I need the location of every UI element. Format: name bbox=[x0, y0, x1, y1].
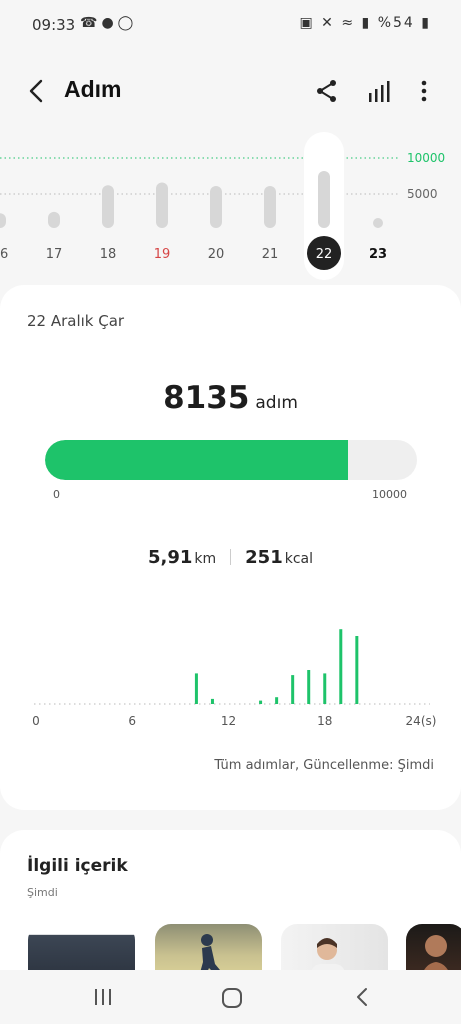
shazam-icon: ◯ bbox=[117, 15, 138, 31]
hour-tick-label: 12 bbox=[221, 714, 236, 728]
metrics-row: 5,91 km 251 kcal bbox=[0, 547, 461, 568]
battery-icon: ▮ bbox=[421, 15, 431, 31]
share-icon[interactable] bbox=[314, 78, 340, 104]
distance-value: 5,91 bbox=[147, 547, 193, 568]
steps-total: 8135 adım bbox=[0, 380, 461, 416]
day-label-20[interactable]: 20 bbox=[208, 247, 225, 262]
weekly-steps-chart[interactable]: 10000 5000 16 17 18 19 20 21 22 23 bbox=[0, 130, 461, 280]
related-subtitle: Şimdi bbox=[27, 886, 58, 899]
day-label-18[interactable]: 18 bbox=[100, 247, 117, 262]
day-label-21[interactable]: 21 bbox=[262, 247, 279, 262]
home-icon[interactable] bbox=[220, 986, 244, 1010]
status-notification-icons: ☎●◯ bbox=[80, 15, 137, 31]
related-title: İlgili içerik bbox=[27, 856, 128, 876]
steps-unit: adım bbox=[255, 393, 298, 413]
hour-bar-19[interactable] bbox=[339, 629, 343, 704]
calories-metric: 251 kcal bbox=[245, 547, 313, 568]
hour-bar-20[interactable] bbox=[355, 636, 359, 704]
progress-max-label: 10000 bbox=[372, 488, 407, 501]
hour-tick-label: 6 bbox=[128, 714, 136, 728]
signal-icon: ▮ bbox=[361, 15, 372, 31]
hourly-steps-chart[interactable]: 0 6 12 18 24(s) bbox=[28, 615, 443, 730]
mid-label: 5000 bbox=[407, 187, 438, 201]
day-bar-19[interactable] bbox=[156, 182, 168, 229]
update-note: Tüm adımlar, Güncellenme: Şimdi bbox=[214, 758, 434, 773]
day-bar-18[interactable] bbox=[102, 185, 114, 228]
status-time: 09:33 bbox=[32, 16, 76, 34]
page-title: Adım bbox=[64, 76, 122, 102]
progress-min-label: 0 bbox=[53, 488, 60, 501]
back-arrow-icon[interactable] bbox=[22, 76, 52, 106]
hour-bar-14[interactable] bbox=[259, 700, 263, 704]
hour-tick-label: 24(s) bbox=[406, 714, 437, 728]
day-label-22[interactable]: 22 bbox=[316, 247, 333, 262]
hour-bar-15[interactable] bbox=[275, 697, 279, 704]
battery-percent: %54 bbox=[377, 15, 415, 31]
day-bar-22[interactable] bbox=[318, 171, 330, 228]
bar-chart-icon[interactable] bbox=[366, 78, 392, 104]
back-icon[interactable] bbox=[352, 986, 372, 1008]
steps-progress-fill bbox=[45, 440, 348, 480]
hour-bar-11[interactable] bbox=[210, 698, 214, 704]
day-bar-23[interactable] bbox=[373, 218, 383, 228]
hour-bar-10[interactable] bbox=[194, 673, 198, 704]
calories-unit: kcal bbox=[284, 551, 314, 567]
day-summary-card: 22 Aralık Çar 8135 adım 0 10000 5,91 km 25… bbox=[0, 285, 461, 810]
hour-tick-label: 0 bbox=[32, 714, 40, 728]
steps-value: 8135 bbox=[163, 380, 250, 416]
day-label-23[interactable]: 23 bbox=[369, 247, 387, 262]
day-bar-17[interactable] bbox=[48, 211, 60, 228]
calories-value: 251 bbox=[245, 547, 283, 568]
day-bar-21[interactable] bbox=[264, 186, 276, 228]
distance-metric: 5,91 km bbox=[148, 547, 216, 568]
app-bar: Adım bbox=[0, 66, 461, 118]
distance-unit: km bbox=[194, 551, 217, 567]
status-bar: 09:33 ☎●◯ ▣ ✕ ≈ ▮ %54 ▮ bbox=[0, 0, 461, 52]
notification-icon: ● bbox=[101, 15, 118, 31]
wifi-icon: ≈ bbox=[341, 15, 356, 31]
day-bar-16[interactable] bbox=[0, 213, 6, 228]
steps-progress-bar bbox=[45, 440, 417, 480]
hour-bar-18[interactable] bbox=[323, 673, 327, 704]
day-bar-20[interactable] bbox=[210, 186, 222, 228]
selected-date: 22 Aralık Çar bbox=[27, 312, 125, 330]
status-system-icons: ▣ ✕ ≈ ▮ %54 ▮ bbox=[299, 15, 431, 31]
battery-saver-icon: ▣ bbox=[299, 15, 315, 31]
mute-icon: ✕ bbox=[321, 15, 335, 31]
hour-bar-17[interactable] bbox=[307, 670, 311, 704]
system-nav-bar bbox=[0, 970, 461, 1024]
hour-bar-16[interactable] bbox=[291, 675, 295, 704]
goal-label: 10000 bbox=[407, 151, 445, 165]
day-label-17[interactable]: 17 bbox=[46, 247, 63, 262]
metric-divider bbox=[230, 549, 232, 565]
recents-icon[interactable] bbox=[92, 986, 114, 1008]
whatsapp-icon: ☎ bbox=[80, 15, 102, 31]
hour-tick-label: 18 bbox=[317, 714, 332, 728]
more-vertical-icon[interactable] bbox=[414, 78, 434, 104]
day-label-16[interactable]: 16 bbox=[0, 247, 8, 262]
day-label-19[interactable]: 19 bbox=[154, 247, 171, 262]
